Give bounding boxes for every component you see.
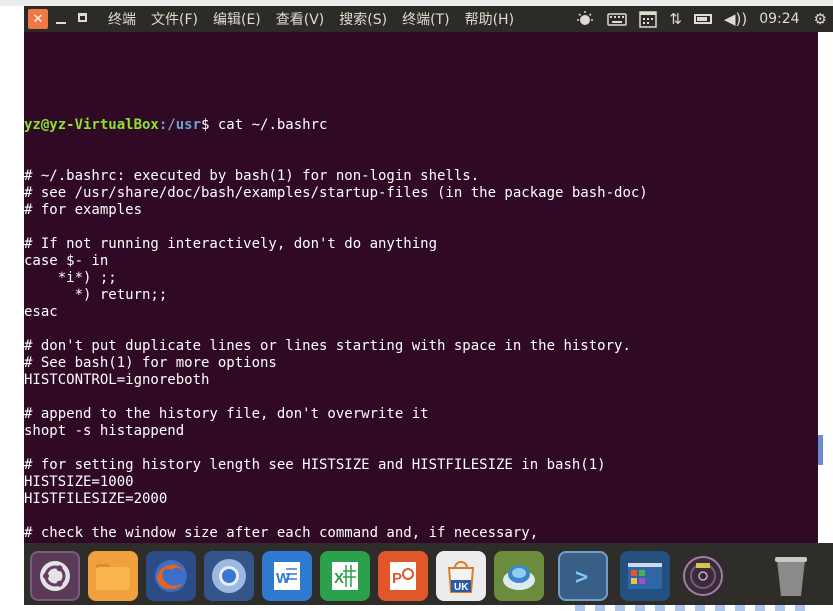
calendar-icon[interactable] bbox=[639, 10, 658, 28]
menu-app-terminal[interactable]: 终端 bbox=[108, 9, 136, 29]
menu-terminal[interactable]: 终端(T) bbox=[402, 9, 449, 29]
weather-icon[interactable] bbox=[575, 10, 595, 28]
terminal-line: # check the window size after each comma… bbox=[24, 525, 539, 541]
maximize-icon[interactable] bbox=[74, 9, 94, 29]
trash-icon[interactable] bbox=[766, 551, 816, 601]
terminal-line: # ~/.bashrc: executed by bash(1) for non… bbox=[24, 168, 480, 184]
keyboard-icon[interactable] bbox=[607, 12, 628, 26]
prompt-user: yz@yz-VirtualBox bbox=[24, 117, 159, 133]
terminal-line: # don't put duplicate lines or lines sta… bbox=[24, 338, 631, 354]
terminal-line: # append to the history file, don't over… bbox=[24, 406, 429, 422]
terminal-line: HISTFILESIZE=2000 bbox=[24, 491, 168, 507]
minimize-icon[interactable] bbox=[52, 9, 72, 29]
workspace-switcher-icon[interactable] bbox=[620, 551, 670, 601]
files-folder-icon[interactable] bbox=[88, 551, 138, 601]
terminal-window[interactable]: yz@yz-VirtualBox:/usr$ cat ~/.bashrc # ~… bbox=[24, 32, 818, 543]
terminal-line: # See bash(1) for more options bbox=[24, 355, 277, 371]
svg-text:P: P bbox=[392, 570, 402, 587]
prompt-line: yz@yz-VirtualBox:/usr$ cat ~/.bashrc bbox=[24, 117, 648, 134]
terminal-line: case $- in bbox=[24, 253, 109, 269]
terminal-line: HISTSIZE=1000 bbox=[24, 474, 134, 490]
prompt-command: $ cat ~/.bashrc bbox=[201, 117, 328, 133]
svg-text:X: X bbox=[334, 570, 344, 587]
terminal-line: # If not running interactively, don't do… bbox=[24, 236, 438, 252]
svg-text:W: W bbox=[276, 570, 291, 587]
svg-text:UK: UK bbox=[454, 582, 469, 593]
menu-file[interactable]: 文件(F) bbox=[151, 9, 198, 29]
terminal-icon[interactable]: > bbox=[558, 551, 608, 601]
launcher-dock: W X P UK > bbox=[24, 543, 833, 605]
chromium-icon[interactable] bbox=[204, 551, 254, 601]
indicator-area: ⇅ ◀)) 09:24 ⚙ bbox=[569, 6, 833, 32]
remote-desktop-icon[interactable] bbox=[494, 551, 544, 601]
terminal-line: *) return;; bbox=[24, 287, 168, 303]
terminal-line: # see /usr/share/doc/bash/examples/start… bbox=[24, 185, 648, 201]
volume-icon[interactable]: ◀)) bbox=[724, 10, 747, 28]
ubuntu-dash-icon[interactable] bbox=[30, 551, 80, 601]
software-center-icon[interactable]: UK bbox=[436, 551, 486, 601]
menu-bar: 终端 文件(F) 编辑(E) 查看(V) 搜索(S) 终端(T) 帮助(H) bbox=[108, 6, 529, 32]
close-icon[interactable]: ✕ bbox=[28, 9, 48, 29]
top-panel: ✕ 终端 文件(F) 编辑(E) 查看(V) 搜索(S) 终端(T) 帮助(H)… bbox=[24, 6, 833, 32]
network-icon[interactable]: ⇅ bbox=[669, 10, 682, 28]
menu-search[interactable]: 搜索(S) bbox=[339, 9, 387, 29]
battery-icon[interactable] bbox=[693, 14, 712, 24]
writer-icon[interactable]: W bbox=[262, 551, 312, 601]
dvd-disc-icon[interactable] bbox=[678, 551, 728, 601]
clock[interactable]: 09:24 bbox=[759, 11, 799, 27]
presentation-icon[interactable]: P bbox=[378, 551, 428, 601]
terminal-output: yz@yz-VirtualBox:/usr$ cat ~/.bashrc # ~… bbox=[24, 83, 648, 543]
menu-edit[interactable]: 编辑(E) bbox=[213, 9, 261, 29]
spreadsheet-icon[interactable]: X bbox=[320, 551, 370, 601]
terminal-line: HISTCONTROL=ignoreboth bbox=[24, 372, 210, 388]
terminal-scrollbar[interactable] bbox=[818, 32, 833, 543]
bottom-edge bbox=[0, 605, 833, 611]
terminal-line: # for examples bbox=[24, 202, 143, 218]
settings-gear-icon[interactable]: ⚙ bbox=[814, 10, 827, 28]
menu-view[interactable]: 查看(V) bbox=[276, 9, 325, 29]
svg-text:>: > bbox=[575, 565, 588, 590]
terminal-line: shopt -s histappend bbox=[24, 423, 185, 439]
terminal-line: esac bbox=[24, 304, 58, 320]
terminal-line: # for setting history length see HISTSIZ… bbox=[24, 457, 606, 473]
menu-help[interactable]: 帮助(H) bbox=[465, 9, 514, 29]
terminal-line: *i*) ;; bbox=[24, 270, 117, 286]
firefox-icon[interactable] bbox=[146, 551, 196, 601]
scrollbar-thumb[interactable] bbox=[818, 435, 823, 465]
prompt-path: :/usr bbox=[158, 117, 202, 133]
